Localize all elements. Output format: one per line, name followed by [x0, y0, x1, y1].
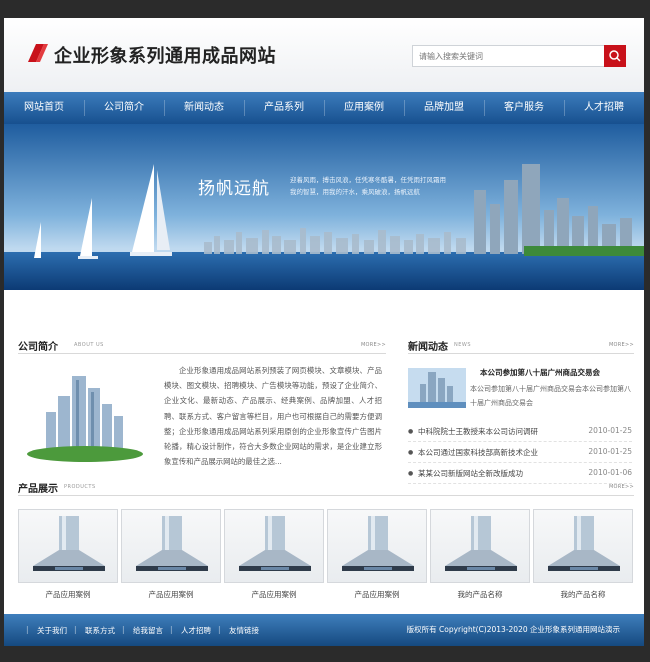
nav-franchise[interactable]: 品牌加盟: [404, 92, 484, 124]
header: 企业形象系列通用成品网站: [4, 18, 644, 92]
news-feature-image[interactable]: [408, 368, 466, 408]
news-item[interactable]: ● 本公司通过国家科技部高新技术企业 2010-01-25: [408, 442, 632, 463]
product-card[interactable]: 我的产品名称: [533, 509, 633, 609]
news-item-title[interactable]: 本公司通过国家科技部高新技术企业: [418, 447, 538, 458]
product-card[interactable]: 产品应用案例: [224, 509, 324, 609]
footer-link-friends[interactable]: 友情链接: [218, 625, 268, 636]
footer-link-message[interactable]: 给我留言: [122, 625, 172, 636]
product-card[interactable]: 产品应用案例: [327, 509, 427, 609]
product-card[interactable]: 产品应用案例: [121, 509, 221, 609]
logo-icon: [28, 44, 48, 62]
nav-jobs[interactable]: 人才招聘: [564, 92, 644, 124]
page: 企业形象系列通用成品网站 网站首页 公司简介 新闻动态 产品系列 应用案例 品牌…: [4, 18, 644, 646]
footer-link-about[interactable]: 关于我们: [26, 625, 76, 636]
range-hood-image: [548, 516, 620, 571]
nav-about[interactable]: 公司简介: [84, 92, 164, 124]
nav-home[interactable]: 网站首页: [4, 92, 84, 124]
product-name[interactable]: 产品应用案例: [327, 589, 427, 600]
copyright: 版权所有 Copyright(C)2013-2020 企业形象系列通用网站演示: [406, 625, 620, 634]
product-image[interactable]: [327, 509, 427, 583]
product-name[interactable]: 产品应用案例: [224, 589, 324, 600]
footer-link-jobs[interactable]: 人才招聘: [170, 625, 220, 636]
banner-title: 扬帆远航: [198, 179, 270, 199]
bullet-icon: ●: [408, 449, 414, 456]
range-hood-image: [239, 516, 311, 571]
about-subtitle: ABOUT US: [74, 342, 104, 348]
range-hood-image: [33, 516, 105, 571]
nav-products[interactable]: 产品系列: [244, 92, 324, 124]
search-box: [412, 45, 626, 67]
about-buildings-image: [24, 370, 146, 466]
news-item-date: 2010-01-06: [588, 468, 632, 477]
product-image[interactable]: [533, 509, 633, 583]
product-name[interactable]: 产品应用案例: [18, 589, 118, 600]
nav-service[interactable]: 客户服务: [484, 92, 564, 124]
news-item-title[interactable]: 某某公司新版网站全新改版成功: [418, 468, 523, 479]
nav-cases[interactable]: 应用案例: [324, 92, 404, 124]
range-hood-image: [342, 516, 414, 571]
product-image[interactable]: [121, 509, 221, 583]
news-item-title[interactable]: 中科院院士王教授来本公司访问调研: [418, 426, 538, 437]
product-grid: 产品应用案例 产品应用案例 产品应用案例 产品应用案例 我的产品名称 我的产品名…: [18, 509, 634, 609]
product-name[interactable]: 我的产品名称: [533, 589, 633, 600]
products-subtitle: PRODUCTS: [64, 484, 96, 490]
bullet-icon: ●: [408, 428, 414, 435]
news-item-date: 2010-01-25: [588, 447, 632, 456]
nav-news[interactable]: 新闻动态: [164, 92, 244, 124]
news-title: 新闻动态: [408, 342, 448, 353]
news-list: ● 中科院院士王教授来本公司访问调研 2010-01-25 ● 本公司通过国家科…: [408, 421, 632, 484]
search-input[interactable]: [413, 46, 605, 66]
footer-links: 关于我们 联系方式 给我留言 人才招聘 友情链接: [26, 614, 268, 646]
about-title: 公司简介: [18, 342, 58, 353]
about-text: 企业形象通用成品网站系列预装了网页模块、文章模块、产品模块、图文模块、招聘模块、…: [164, 366, 382, 467]
search-button[interactable]: [604, 45, 626, 67]
banner-illustration: [4, 124, 644, 290]
product-image[interactable]: [224, 509, 324, 583]
products-section-header: 产品展示 PRODUCTS MORE>>: [18, 480, 634, 496]
site-title: 企业形象系列通用成品网站: [54, 46, 276, 67]
product-name[interactable]: 我的产品名称: [430, 589, 530, 600]
about-section-header: 公司简介 ABOUT US MORE>>: [18, 338, 386, 354]
news-subtitle: NEWS: [454, 342, 472, 348]
product-image[interactable]: [430, 509, 530, 583]
news-feature-summary: 本公司参加第八十届广州商品交易会本公司参加第八十届广州商品交易会: [470, 385, 631, 407]
product-card[interactable]: 产品应用案例: [18, 509, 118, 609]
main-nav: 网站首页 公司简介 新闻动态 产品系列 应用案例 品牌加盟 客户服务 人才招聘: [4, 92, 644, 124]
range-hood-image: [136, 516, 208, 571]
footer-link-contact[interactable]: 联系方式: [74, 625, 124, 636]
product-card[interactable]: 我的产品名称: [430, 509, 530, 609]
hero-banner: 扬帆远航 迎着风雨，搏击风浪，任凭寒冬酷暑，任凭雨打风霜用我的智慧，用我的汗水，…: [4, 124, 644, 290]
search-icon: [609, 50, 621, 62]
news-more-link[interactable]: MORE>>: [609, 342, 634, 348]
news-section-header: 新闻动态 NEWS MORE>>: [408, 338, 634, 354]
about-more-link[interactable]: MORE>>: [361, 342, 386, 348]
news-item-date: 2010-01-25: [588, 426, 632, 435]
product-image[interactable]: [18, 509, 118, 583]
banner-text: 迎着风雨，搏击风浪，任凭寒冬酷暑，任凭雨打风霜用我的智慧，用我的汗水，乘风破浪，…: [290, 176, 446, 196]
footer: 关于我们 联系方式 给我留言 人才招聘 友情链接 版权所有 Copyright(…: [4, 614, 644, 646]
range-hood-image: [445, 516, 517, 571]
products-more-link[interactable]: MORE>>: [609, 484, 634, 490]
news-feature-title[interactable]: 本公司参加第八十届广州商品交易会: [480, 367, 600, 378]
news-item[interactable]: ● 中科院院士王教授来本公司访问调研 2010-01-25: [408, 421, 632, 442]
bullet-icon: ●: [408, 470, 414, 477]
products-title: 产品展示: [18, 484, 58, 495]
product-name[interactable]: 产品应用案例: [121, 589, 221, 600]
